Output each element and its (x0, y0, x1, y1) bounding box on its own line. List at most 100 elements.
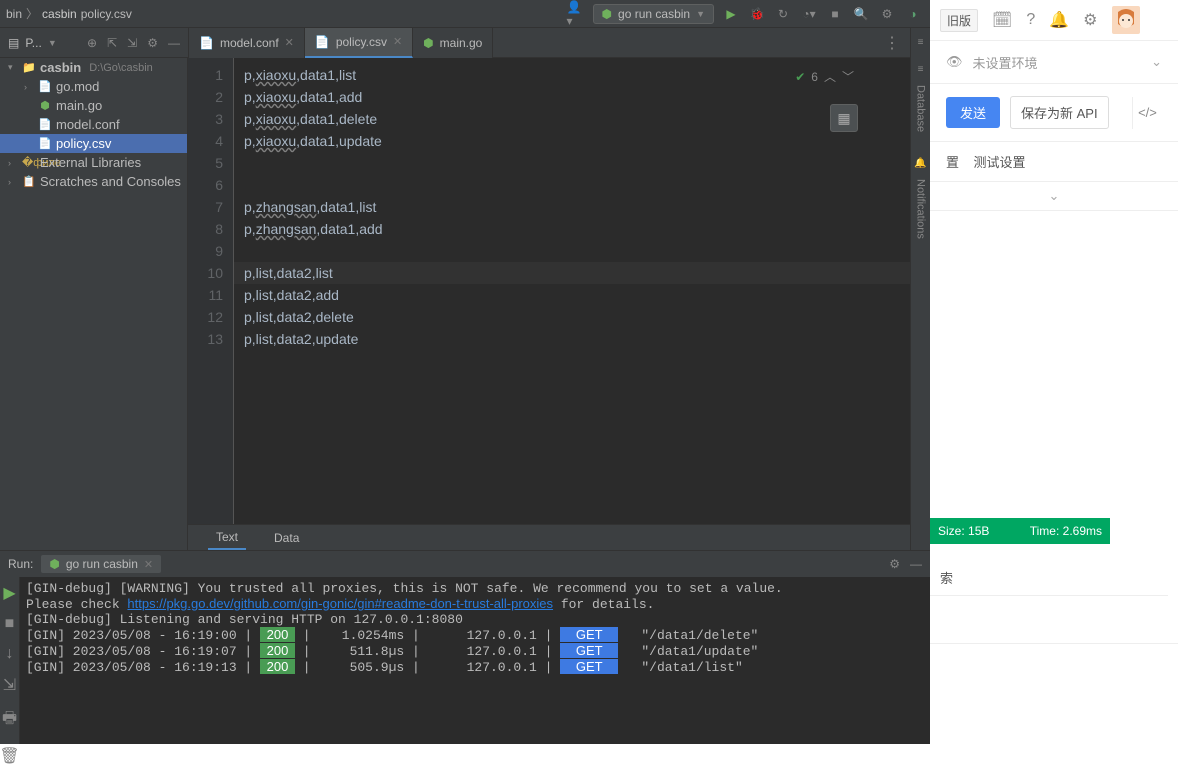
code-icon[interactable]: </> (1132, 97, 1162, 129)
close-icon[interactable]: ✕ (285, 36, 294, 49)
tab-main-go[interactable]: ⬢ main.go (413, 28, 493, 58)
stop-button[interactable]: ■ (5, 615, 15, 633)
project-tool-label: P... (25, 36, 41, 50)
code-line[interactable]: p,list,data2,list (234, 262, 910, 284)
project-tree[interactable]: ▾📁casbinD:\Go\casbin ›📄go.mod ⬢main.go 📄… (0, 58, 188, 550)
search-icon[interactable]: 🔍 (852, 5, 870, 23)
code-line[interactable]: p,xiaoxu,data1,update (234, 130, 910, 152)
line-gutter: 12345678910111213 (188, 58, 233, 524)
stop-button[interactable]: ■ (826, 5, 844, 23)
code-editor[interactable]: 12345678910111213 p,xiaoxu,data1,listp,x… (188, 58, 910, 524)
tree-scratches[interactable]: Scratches and Consoles (40, 174, 181, 189)
breadcrumb-root[interactable]: bin (6, 7, 22, 21)
prev-problem-icon[interactable]: ︿ (824, 68, 836, 85)
editor-tabs: 📄 model.conf ✕ 📄 policy.csv ✕ ⬢ main.go … (188, 28, 910, 58)
settings-icon[interactable]: ⚙ (147, 36, 158, 50)
old-version-button[interactable]: 旧版 (940, 9, 978, 32)
code-line[interactable]: p,xiaoxu,data1,delete (234, 108, 910, 130)
database-tool-icon[interactable]: ≡ (918, 37, 924, 48)
table-view-button[interactable]: ▦ (830, 104, 858, 132)
eye-icon: 👁 (946, 54, 963, 70)
notifications-icon[interactable]: 🔔 (914, 158, 926, 169)
code-line[interactable] (234, 152, 910, 174)
down-icon[interactable]: ↓ (6, 645, 14, 663)
settings-section[interactable]: 置 测试设置 (930, 141, 1178, 181)
tab-label: model.conf (220, 36, 279, 50)
close-icon[interactable]: ✕ (144, 558, 153, 571)
tab-model-conf[interactable]: 📄 model.conf ✕ (189, 28, 305, 58)
project-tool-icon[interactable]: ▤ (8, 36, 19, 50)
problem-count: 6 (811, 70, 818, 84)
run-tab-label: go run casbin (66, 557, 138, 571)
tree-file-gomod[interactable]: go.mod (56, 79, 99, 94)
chevron-down-icon[interactable]: ▼ (48, 38, 57, 48)
check-icon: ✔ (795, 70, 805, 84)
more-tabs-icon[interactable]: ⋮ (884, 33, 910, 53)
file-icon: 📄 (315, 35, 330, 49)
env-placeholder: 未设置环境 (973, 53, 1038, 72)
inspection-status[interactable]: ✔ 6 ︿ ﹀ (795, 68, 854, 85)
breadcrumb-project[interactable]: casbin (42, 7, 77, 21)
next-problem-icon[interactable]: ﹀ (842, 68, 854, 85)
tree-file-model[interactable]: model.conf (56, 117, 120, 132)
chevron-down-icon: ▼ (696, 9, 705, 19)
breadcrumb-file[interactable]: policy.csv (81, 7, 132, 21)
expand-icon[interactable]: ⇱ (107, 36, 117, 50)
send-button[interactable]: 发送 (946, 97, 1000, 128)
notifications-label[interactable]: Notifications (915, 179, 927, 239)
code-line[interactable]: p,list,data2,add (234, 284, 910, 306)
tree-folder-casbin[interactable]: casbin (40, 60, 81, 75)
run-settings-icon[interactable]: ⚙ (889, 557, 900, 571)
tab-label: policy.csv (336, 35, 387, 49)
run-config-selector[interactable]: ⬢ go run casbin ▼ (593, 4, 714, 24)
tree-file-main[interactable]: main.go (56, 98, 102, 113)
data-view-tab[interactable]: Data (266, 527, 307, 549)
sync-icon[interactable]: ◑ (904, 5, 922, 23)
help-icon[interactable]: ? (1026, 11, 1035, 29)
file-icon: ⬢ (423, 36, 433, 50)
code-line[interactable] (234, 240, 910, 262)
environment-selector[interactable]: 👁 未设置环境 ⌄ (930, 40, 1178, 84)
trash-icon[interactable]: 🗑 (0, 746, 20, 766)
text-view-tab[interactable]: Text (208, 526, 246, 550)
run-hide-icon[interactable]: — (910, 557, 922, 571)
code-line[interactable]: p,list,data2,delete (234, 306, 910, 328)
file-icon: 📄 (199, 36, 214, 50)
code-line[interactable]: p,zhangsan,data1,list (234, 196, 910, 218)
select-opened-icon[interactable]: ⊕ (87, 36, 97, 50)
avatar[interactable] (1112, 6, 1140, 34)
run-config-icon: ⬢ (602, 7, 612, 21)
layout-icon[interactable]: ⇲ (3, 675, 16, 695)
debug-button[interactable]: 🐞 (748, 5, 766, 23)
run-button[interactable]: ▶ (722, 5, 740, 23)
tree-file-policy[interactable]: policy.csv (56, 136, 111, 151)
api-tool-panel: 旧版 🗓 ? 🔔 ⚙ 👁 未设置环境 ⌄ 发送 保存为新 API </> 置 测… (930, 0, 1178, 744)
search-input[interactable] (930, 612, 1178, 644)
tree-external-libs[interactable]: External Libraries (40, 155, 141, 170)
save-api-button[interactable]: 保存为新 API (1010, 96, 1109, 129)
gear-icon[interactable]: ⚙ (1083, 10, 1097, 30)
collapse-icon[interactable]: ⇲ (127, 36, 137, 50)
run-tab[interactable]: ⬢ go run casbin ✕ (41, 555, 161, 573)
calendar-icon[interactable]: 🗓 (992, 10, 1012, 30)
console-output[interactable]: [GIN-debug] [WARNING] You trusted all pr… (20, 577, 930, 744)
rerun-button[interactable]: ▶ (3, 583, 15, 603)
bell-icon[interactable]: 🔔 (1049, 10, 1069, 30)
database-label[interactable]: Database (915, 85, 927, 132)
code-line[interactable]: p,list,data2,update (234, 328, 910, 350)
print-icon[interactable]: 🖶 (2, 707, 17, 734)
profile-button[interactable]: ◔▾ (800, 5, 818, 23)
user-icon[interactable]: 👤▾ (567, 5, 585, 23)
close-icon[interactable]: ✕ (393, 35, 402, 48)
code-line[interactable] (234, 174, 910, 196)
expand-toggle[interactable]: ⌄ (930, 181, 1178, 211)
run-config-label: go run casbin (618, 7, 690, 21)
code-line[interactable]: p,zhangsan,data1,add (234, 218, 910, 240)
hide-icon[interactable]: — (168, 36, 180, 50)
chevron-down-icon: ⌄ (1151, 54, 1162, 70)
database-tool[interactable]: ≡ (918, 64, 924, 75)
settings-icon[interactable]: ⚙ (878, 5, 896, 23)
coverage-button[interactable]: ↻ (774, 5, 792, 23)
code-line[interactable]: p,xiaoxu,data1,add (234, 86, 910, 108)
tab-policy-csv[interactable]: 📄 policy.csv ✕ (305, 28, 413, 58)
